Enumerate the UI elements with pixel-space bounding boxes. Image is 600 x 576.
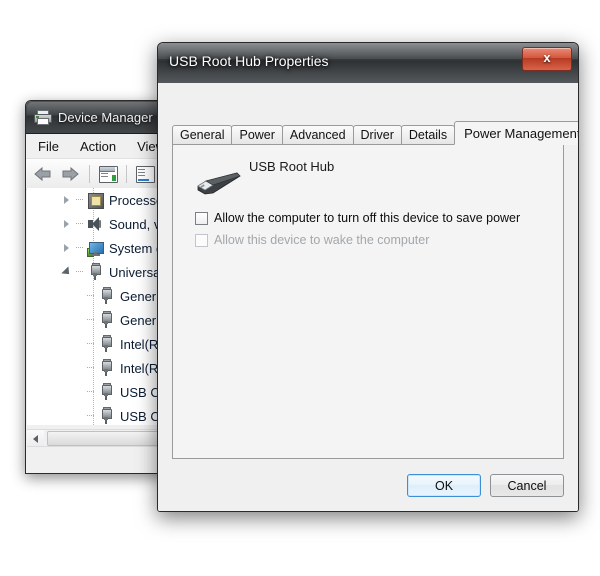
tab-strip[interactable]: General Power Advanced Driver Details Po…: [172, 121, 578, 145]
dialog-button-row[interactable]: OK Cancel: [407, 474, 564, 497]
speaker-icon: [86, 215, 104, 233]
tree-item-system-devices[interactable]: System dev: [27, 236, 168, 260]
menu-item-file[interactable]: File: [38, 139, 59, 154]
device-manager-menubar[interactable]: File Action View: [26, 134, 169, 159]
tab-power[interactable]: Power: [231, 125, 283, 145]
dialog-body: General Power Advanced Driver Details Po…: [158, 83, 578, 511]
checkbox-label-allow-wake: Allow this device to wake the computer: [214, 233, 430, 247]
usb-icon: [97, 407, 115, 425]
forward-arrow-icon[interactable]: [59, 165, 81, 183]
tree-item-child[interactable]: Generic: [27, 284, 168, 308]
tab-power-management[interactable]: Power Management: [454, 121, 578, 145]
tab-advanced[interactable]: Advanced: [281, 125, 354, 145]
tree-item-child[interactable]: USB Co: [27, 380, 168, 404]
usb-icon: [86, 263, 104, 281]
device-manager-title: Device Manager: [58, 109, 153, 125]
device-name-label: USB Root Hub: [249, 159, 335, 174]
usb-plug-icon: [193, 169, 241, 199]
device-manager-toolbar[interactable]: [26, 159, 169, 190]
back-arrow-icon[interactable]: [32, 165, 54, 183]
checkbox-row-turn-off-device[interactable]: Allow the computer to turn off this devi…: [195, 211, 520, 225]
tree-item-processors[interactable]: Processors: [27, 188, 168, 212]
printer-icon: [33, 109, 52, 125]
tree-item-child[interactable]: Generic: [27, 308, 168, 332]
close-icon: x: [543, 50, 551, 65]
checkbox-row-wake-computer: Allow this device to wake the computer: [195, 233, 429, 247]
checkbox-allow-turn-off[interactable]: [195, 211, 208, 225]
close-button[interactable]: x: [522, 47, 572, 71]
tree-item-child[interactable]: USB Co: [27, 404, 168, 425]
tree-item-child[interactable]: Intel(R): [27, 332, 168, 356]
chevron-right-icon[interactable]: [61, 212, 74, 236]
tab-general[interactable]: General: [172, 125, 233, 145]
properties-icon[interactable]: [98, 165, 118, 183]
cancel-button[interactable]: Cancel: [490, 474, 564, 497]
device-tree[interactable]: Processors Sound, vide System dev Univer…: [27, 188, 168, 425]
power-management-panel: USB Root Hub Allow the computer to turn …: [172, 144, 564, 459]
usb-icon: [97, 311, 115, 329]
toolbar-separator: [89, 165, 90, 183]
device-header: USB Root Hub: [181, 151, 555, 201]
usb-icon: [97, 287, 115, 305]
dialog-title: USB Root Hub Properties: [169, 53, 329, 69]
tree-item-sound-video[interactable]: Sound, vide: [27, 212, 168, 236]
tree-item-child[interactable]: Intel(R): [27, 356, 168, 380]
device-manager-titlebar[interactable]: Device Manager: [26, 101, 169, 134]
status-bar: [27, 446, 168, 472]
tab-details[interactable]: Details: [400, 125, 456, 145]
chevron-right-icon[interactable]: [61, 236, 74, 260]
ok-button[interactable]: OK: [407, 474, 481, 497]
help-icon[interactable]: [135, 165, 155, 183]
monitor-icon: [86, 239, 104, 257]
usb-icon: [97, 335, 115, 353]
usb-icon: [97, 359, 115, 377]
tab-driver[interactable]: Driver: [352, 125, 402, 145]
cpu-icon: [86, 191, 104, 209]
toolbar-separator-2: [126, 165, 127, 183]
tree-item-usb-controllers-expanded[interactable]: Universal S: [27, 260, 168, 284]
menu-item-action[interactable]: Action: [80, 139, 116, 154]
dialog-titlebar[interactable]: USB Root Hub Properties x: [158, 43, 578, 84]
scroll-left-arrow-icon[interactable]: [27, 430, 44, 447]
chevron-right-icon[interactable]: [61, 188, 74, 212]
usb-icon: [97, 383, 115, 401]
scrollbar-thumb[interactable]: [47, 431, 168, 446]
checkbox-allow-wake: [195, 233, 208, 247]
chevron-down-icon[interactable]: [61, 260, 74, 284]
horizontal-scrollbar[interactable]: [27, 429, 168, 447]
usb-root-hub-properties-dialog[interactable]: USB Root Hub Properties x General Power …: [157, 42, 579, 512]
checkbox-label-allow-turn-off: Allow the computer to turn off this devi…: [214, 211, 521, 225]
device-manager-window[interactable]: Device Manager File Action View Processo…: [25, 100, 170, 474]
